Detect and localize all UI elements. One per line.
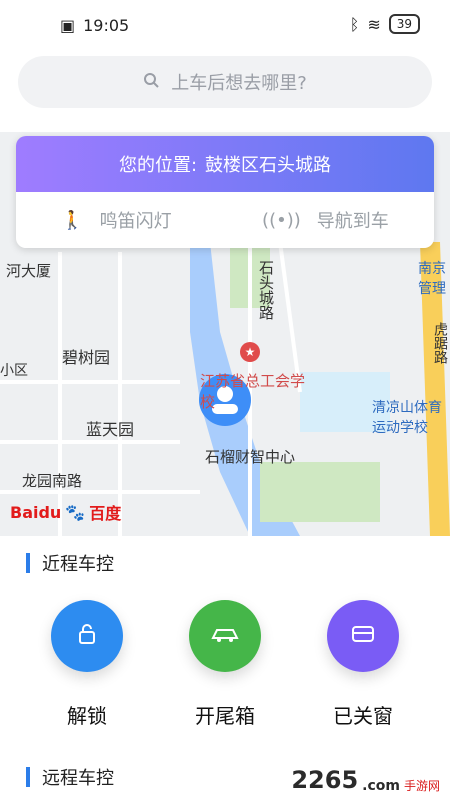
walk-icon: 🚶 bbox=[61, 209, 84, 231]
window-control[interactable]: 已关窗 bbox=[308, 600, 418, 729]
location-bar: 您的位置: 鼓楼区石头城路 bbox=[16, 136, 434, 192]
status-time: 19:05 bbox=[83, 16, 130, 35]
map-label: 碧树园 bbox=[62, 348, 111, 367]
map-label: 石头城路 bbox=[257, 260, 275, 320]
map-label: 虎踞路 bbox=[432, 322, 448, 364]
watermark-main: 2265 bbox=[291, 766, 359, 794]
baidu-text: Baidu bbox=[10, 502, 62, 522]
navigate-to-car-button[interactable]: ((•)) 导航到车 bbox=[262, 207, 389, 233]
window-button[interactable] bbox=[327, 600, 399, 672]
svg-text:★: ★ bbox=[245, 345, 256, 359]
landmark-icon: ★ bbox=[240, 342, 260, 362]
map-label: 江苏省总工会学校 bbox=[200, 372, 306, 411]
window-label: 已关窗 bbox=[333, 704, 393, 728]
unlock-label: 解锁 bbox=[67, 704, 107, 728]
unlock-button[interactable] bbox=[51, 600, 123, 672]
search-placeholder: 上车后想去哪里? bbox=[171, 73, 307, 94]
near-controls: 解锁 开尾箱 已关窗 bbox=[0, 600, 450, 740]
baidu-paw-icon: 🐾 bbox=[65, 502, 86, 522]
map-label: 河大厦 bbox=[6, 262, 52, 280]
trunk-button[interactable] bbox=[189, 600, 261, 672]
section-near-title: 近程车控 bbox=[42, 554, 114, 575]
location-label: 您的位置: bbox=[118, 155, 198, 176]
map-label: 南京管理 bbox=[418, 261, 446, 297]
baidu-logo: Baidu 🐾 百度 bbox=[10, 500, 121, 524]
section-remote-title: 远程车控 bbox=[42, 768, 114, 789]
wifi-icon: ≋ bbox=[367, 14, 381, 34]
navigate-to-car-label: 导航到车 bbox=[316, 211, 389, 232]
battery-indicator: 39 bbox=[388, 14, 420, 34]
trunk-control[interactable]: 开尾箱 bbox=[170, 600, 280, 729]
trunk-icon bbox=[211, 624, 239, 648]
bluetooth-icon: ᛒ bbox=[349, 14, 360, 34]
signal-icon: ((•)) bbox=[262, 209, 301, 231]
map-label: 石榴财智中心 bbox=[205, 448, 296, 466]
horn-flash-button[interactable]: 🚶 鸣笛闪灯 bbox=[61, 207, 171, 233]
section-accent bbox=[26, 553, 30, 573]
section-near-control: 近程车控 bbox=[26, 550, 114, 576]
baidu-cn: 百度 bbox=[89, 504, 122, 523]
window-icon bbox=[350, 623, 376, 649]
unlock-icon bbox=[75, 622, 99, 650]
location-card: 您的位置: 鼓楼区石头城路 🚶 鸣笛闪灯 ((•)) 导航到车 bbox=[16, 136, 434, 248]
sim-icon: ▣ bbox=[60, 16, 76, 35]
quick-actions: 🚶 鸣笛闪灯 ((•)) 导航到车 bbox=[16, 192, 434, 248]
search-icon bbox=[143, 72, 159, 93]
section-remote-control: 远程车控 bbox=[26, 764, 114, 790]
status-right: ᛒ ≋ 39 bbox=[350, 14, 420, 34]
map-label: 清凉山体育运动学校 bbox=[372, 400, 442, 436]
map-label: 蓝天园 bbox=[86, 420, 135, 439]
watermark-domain: .com bbox=[362, 778, 400, 794]
status-left: ▣ 19:05 bbox=[60, 16, 129, 35]
unlock-control[interactable]: 解锁 bbox=[32, 600, 142, 729]
map-label: 小区 bbox=[0, 363, 28, 379]
status-bar: ▣ 19:05 ᛒ ≋ 39 bbox=[0, 0, 450, 48]
trunk-label: 开尾箱 bbox=[195, 704, 255, 728]
location-value: 鼓楼区石头城路 bbox=[205, 155, 332, 176]
section-accent bbox=[26, 767, 30, 787]
map-label: 龙园南路 bbox=[22, 472, 83, 490]
watermark-sub: 手游网 bbox=[403, 779, 440, 793]
search-bar[interactable]: 上车后想去哪里? bbox=[18, 56, 432, 108]
watermark-logo: 2265 .com 手游网 bbox=[291, 766, 440, 794]
horn-flash-label: 鸣笛闪灯 bbox=[99, 211, 172, 232]
